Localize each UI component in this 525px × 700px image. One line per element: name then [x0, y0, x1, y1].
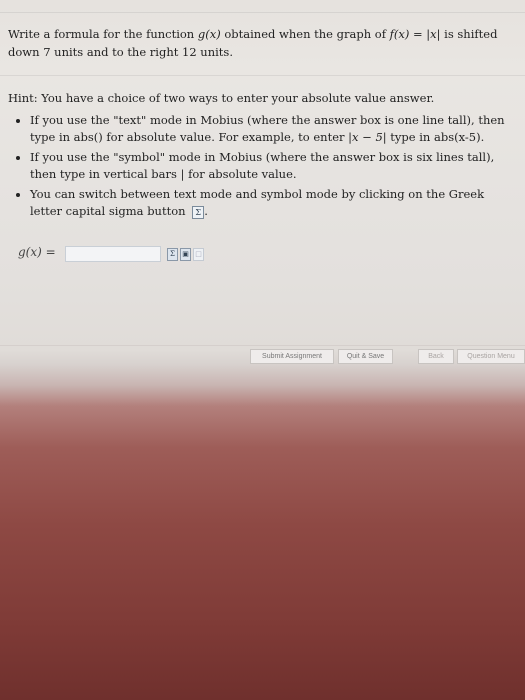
- sigma-button-icon[interactable]: Σ: [192, 205, 205, 219]
- answer-tools: Σ ▣ □: [167, 248, 204, 261]
- hint-section: Hint: You have a choice of two ways to e…: [8, 90, 513, 223]
- hint-item-symbol-mode: If you use the "symbol" mode in Mobius (…: [30, 149, 513, 184]
- hint-text: You can switch between text mode and sym…: [30, 186, 485, 219]
- header-divider: [0, 12, 525, 13]
- function-g: g(x): [197, 27, 221, 41]
- hint-text: .: [204, 204, 208, 218]
- answer-input[interactable]: [65, 246, 161, 262]
- hint-item-text-mode: If you use the "text" mode in Mobius (wh…: [30, 112, 513, 147]
- hint-item-switch-mode: You can switch between text mode and sym…: [30, 186, 513, 221]
- hint-text: type in abs(x-5).: [386, 130, 485, 144]
- example-expression: |x − 5|: [348, 130, 387, 144]
- question-text: Write a formula for the function g(x) ob…: [8, 25, 513, 61]
- quit-save-button[interactable]: Quit & Save: [338, 349, 393, 364]
- hint-list: If you use the "text" mode in Mobius (wh…: [8, 112, 513, 221]
- sigma-mode-icon[interactable]: Σ: [167, 248, 178, 261]
- question-menu-button[interactable]: Question Menu: [457, 349, 525, 364]
- function-f: f(x) = |x|: [389, 27, 441, 41]
- hint-intro: Hint: You have a choice of two ways to e…: [8, 91, 435, 105]
- back-button[interactable]: Back: [418, 349, 454, 364]
- section-divider: [0, 75, 525, 76]
- question-text-part: Write a formula for the function: [8, 27, 198, 41]
- help-icon[interactable]: □: [193, 248, 204, 261]
- submit-assignment-button[interactable]: Submit Assignment: [250, 349, 334, 364]
- answer-label: g(x) =: [18, 245, 56, 259]
- answer-label-text: g(x) =: [18, 245, 56, 259]
- question-text-part: obtained when the graph of: [220, 27, 390, 41]
- preview-icon[interactable]: ▣: [180, 248, 191, 261]
- question-page: Write a formula for the function g(x) ob…: [0, 0, 525, 700]
